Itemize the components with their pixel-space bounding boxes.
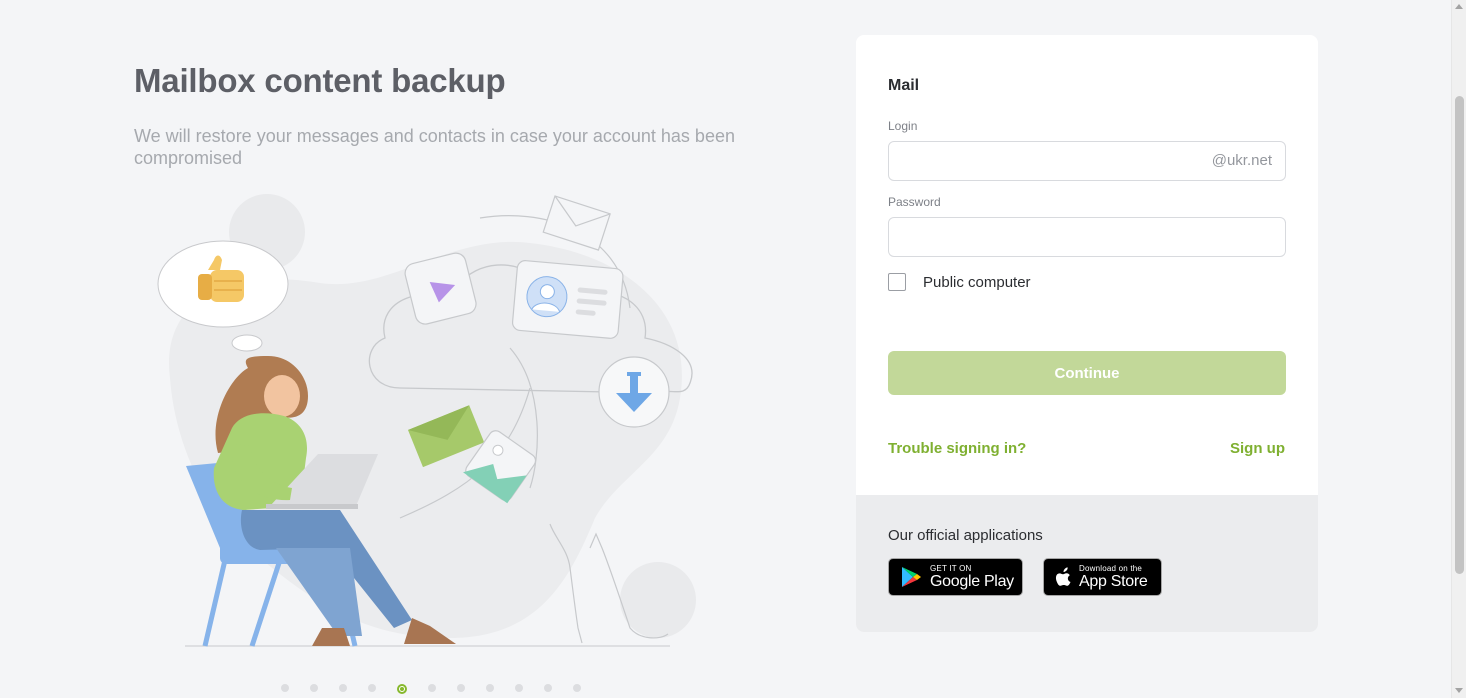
promo-title: Mailbox content backup [134, 62, 506, 99]
promo-subtitle: We will restore your messages and contac… [134, 126, 735, 168]
slide-dot[interactable] [339, 684, 347, 692]
trouble-signing-in-link[interactable]: Trouble signing in? [888, 440, 1026, 457]
continue-button[interactable]: Continue [888, 351, 1286, 395]
slide-dot[interactable] [368, 684, 376, 692]
password-input[interactable] [889, 218, 1213, 256]
login-card: Mail Login @ukr.net Password Public comp… [856, 35, 1318, 632]
card-title: Mail [888, 77, 920, 94]
app-store-big-text: App Store [1079, 572, 1148, 590]
login-input[interactable] [889, 142, 1213, 180]
slide-dot[interactable] [310, 684, 318, 692]
backup-illustration [157, 194, 696, 647]
google-play-badge[interactable]: GET IT ON Google Play [888, 558, 1023, 596]
google-play-icon [902, 567, 921, 587]
app-store-badge[interactable]: Download on the App Store [1043, 558, 1162, 596]
scroll-up-icon[interactable] [1455, 4, 1463, 9]
google-play-small-text: GET IT ON [930, 563, 972, 573]
scroll-down-icon[interactable] [1455, 688, 1463, 693]
apple-icon [1055, 567, 1071, 586]
slide-pagination [281, 684, 581, 694]
password-field[interactable] [888, 217, 1286, 257]
google-play-big-text: Google Play [930, 572, 1014, 590]
app-store-small-text: Download on the [1079, 563, 1143, 573]
login-label: Login [888, 119, 918, 133]
official-apps-section: Our official applications GET IT ON Goog… [856, 495, 1318, 632]
domain-suffix: @ukr.net [1211, 152, 1272, 169]
slide-dot[interactable] [573, 684, 581, 692]
password-label: Password [888, 195, 941, 209]
public-computer-label[interactable]: Public computer [923, 274, 1031, 291]
page-scrollbar[interactable] [1451, 0, 1466, 698]
login-field[interactable]: @ukr.net [888, 141, 1286, 181]
public-computer-checkbox[interactable] [888, 273, 906, 291]
slide-dot[interactable] [486, 684, 494, 692]
slide-dot[interactable] [457, 684, 465, 692]
apps-title: Our official applications [888, 527, 1043, 544]
slide-dot[interactable] [428, 684, 436, 692]
slide-dot[interactable] [544, 684, 552, 692]
public-computer-option[interactable]: Public computer [888, 273, 1031, 291]
slide-dot[interactable] [281, 684, 289, 692]
sign-up-link[interactable]: Sign up [1230, 440, 1285, 457]
slide-dot[interactable] [515, 684, 523, 692]
slide-dot-active[interactable] [397, 684, 407, 694]
scroll-thumb[interactable] [1455, 96, 1464, 574]
